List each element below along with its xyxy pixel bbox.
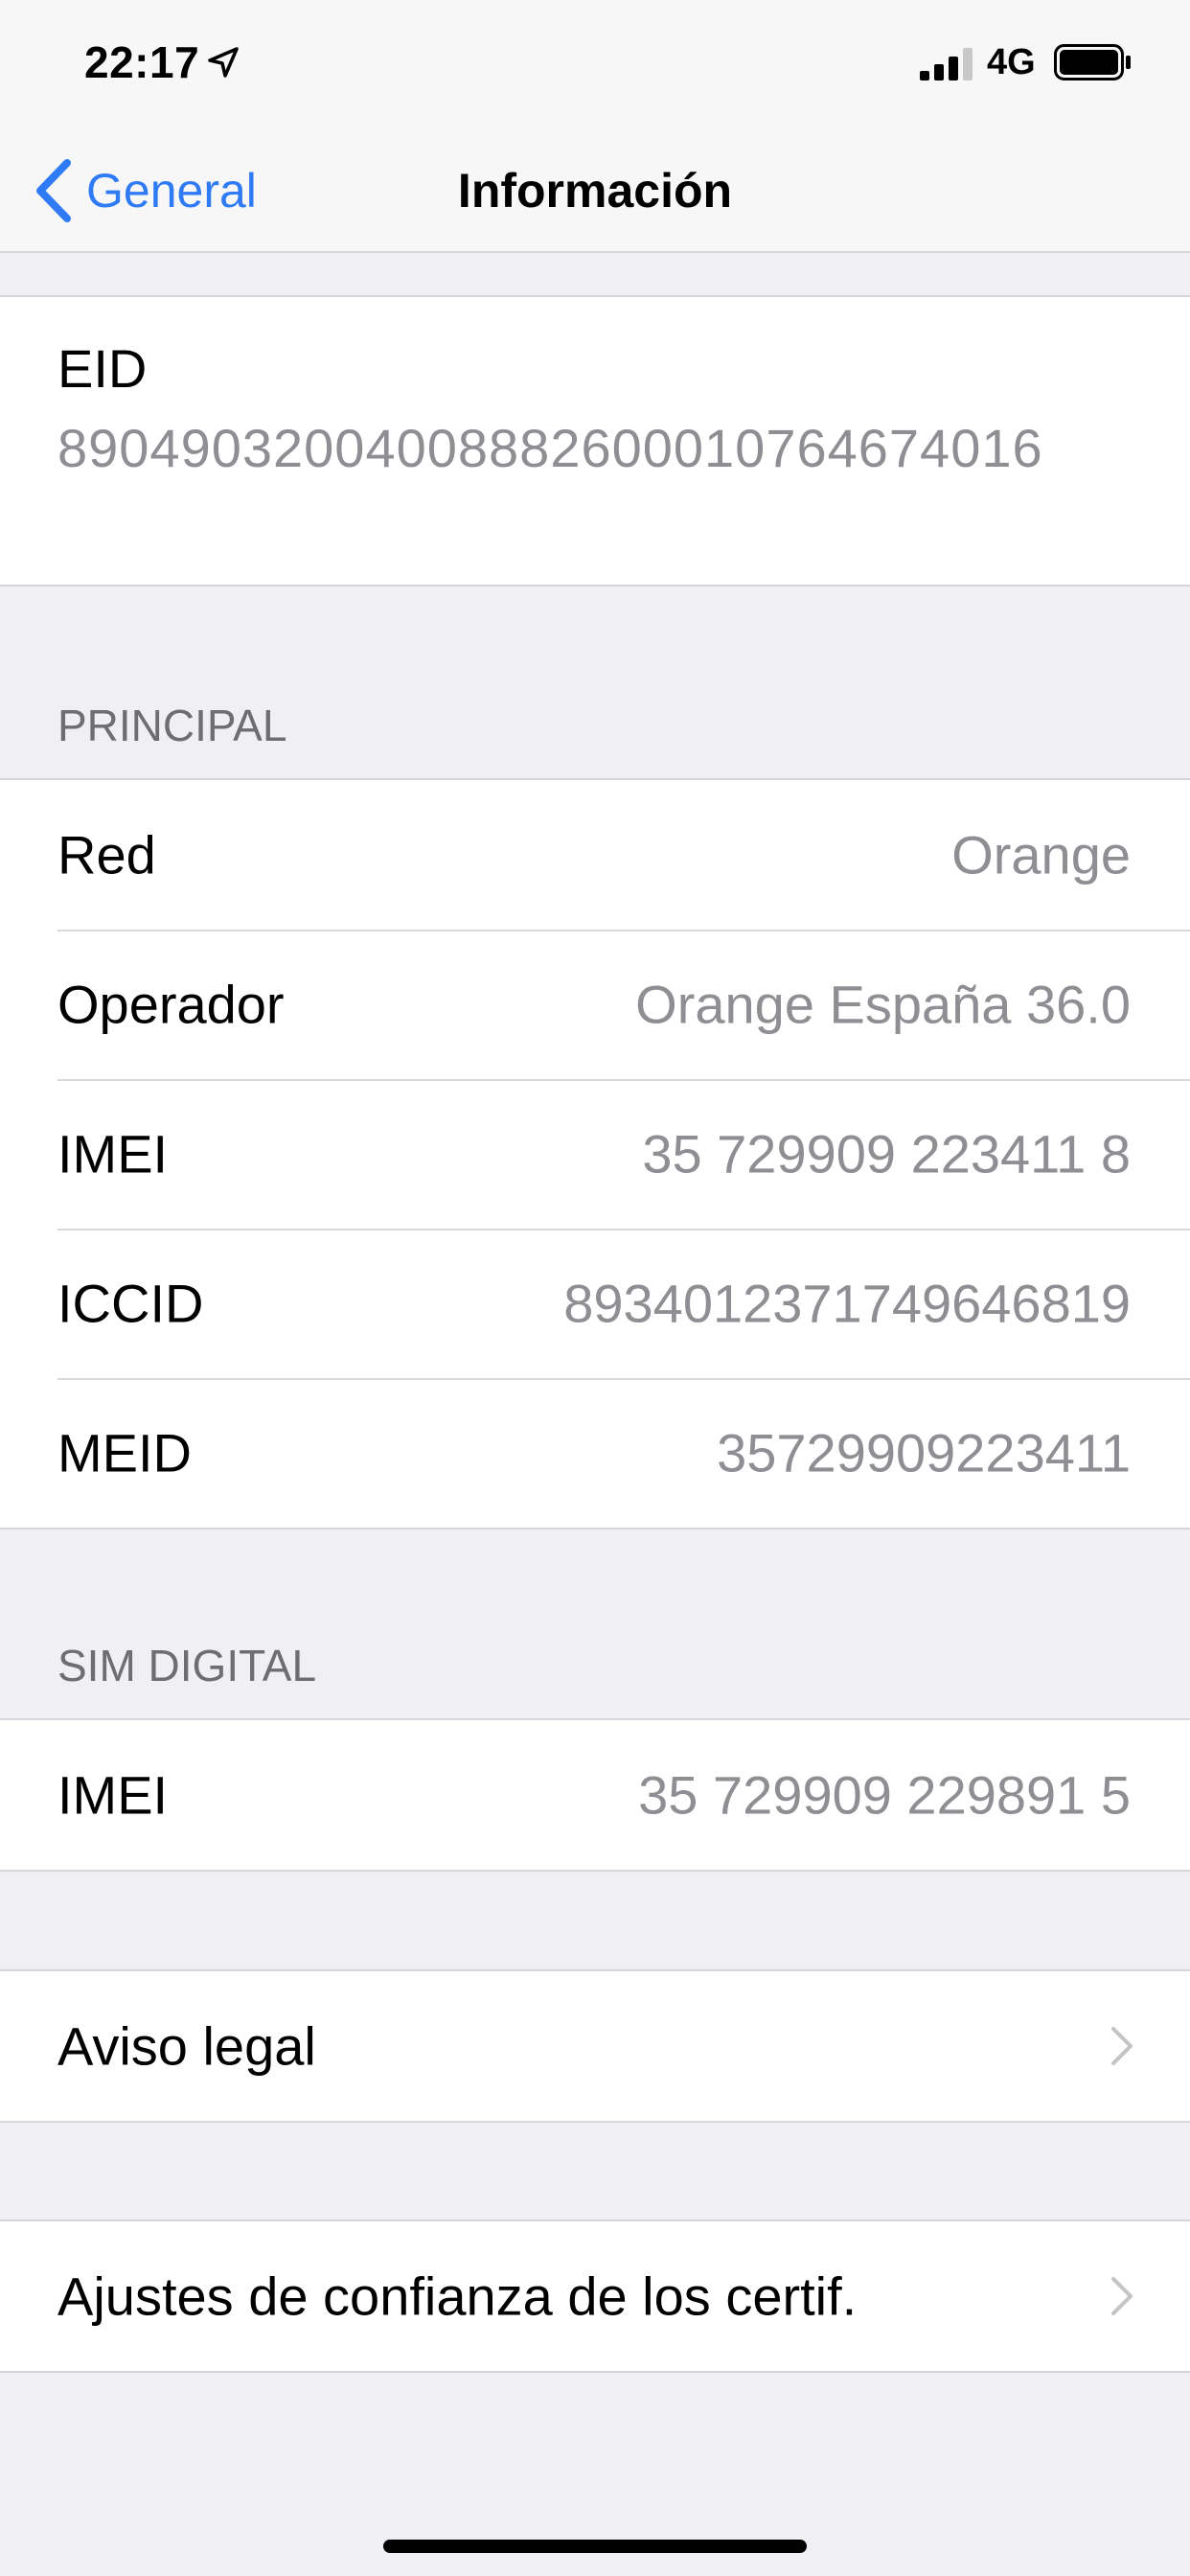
sim-digital-group: IMEI 35 729909 229891 5 [0, 1718, 1190, 1872]
row-value: 35729909223411 [717, 1422, 1131, 1484]
legal-group: Aviso legal [0, 1969, 1190, 2123]
row-label: ICCID [57, 1273, 204, 1334]
row-sim-imei: IMEI 35 729909 229891 5 [0, 1720, 1190, 1870]
legal-notice-label: Aviso legal [57, 2015, 316, 2077]
row-value: 35 729909 223411 8 [642, 1123, 1131, 1184]
battery-icon [1054, 44, 1131, 80]
section-header-principal: PRINCIPAL [57, 701, 287, 750]
row-label: IMEI [57, 1123, 169, 1184]
cert-trust-label: Ajustes de confianza de los certif. [57, 2266, 858, 2327]
row-value: Orange [951, 824, 1131, 886]
eid-cell: EID 89049032004008882600010764674016 [0, 295, 1190, 586]
row-network: Red Orange [0, 780, 1190, 930]
status-time: 22:17 [84, 37, 200, 87]
row-label: Red [57, 824, 156, 886]
row-imei: IMEI 35 729909 223411 8 [0, 1079, 1190, 1229]
network-type: 4G [987, 42, 1036, 82]
row-meid: MEID 35729909223411 [0, 1378, 1190, 1528]
location-arrow-icon [208, 47, 239, 78]
row-iccid: ICCID 8934012371749646819 [0, 1229, 1190, 1378]
row-label: IMEI [57, 1764, 169, 1826]
row-value: Orange España 36.0 [635, 974, 1131, 1035]
chevron-right-icon [1111, 2277, 1133, 2315]
eid-label: EID [57, 338, 148, 399]
eid-value: 89049032004008882600010764674016 [57, 418, 1043, 478]
cert-trust-group: Ajustes de confianza de los certif. [0, 2220, 1190, 2373]
row-label: MEID [57, 1422, 192, 1484]
status-bar: 22:17 4G [0, 0, 1190, 134]
home-indicator[interactable] [383, 2540, 807, 2553]
page-title: Información [457, 164, 733, 218]
navigation-bar: General Información [0, 134, 1190, 253]
cert-trust-item[interactable]: Ajustes de confianza de los certif. [0, 2221, 1190, 2371]
cellular-signal-icon [920, 48, 973, 80]
row-label: Operador [57, 974, 285, 1035]
row-value: 35 729909 229891 5 [638, 1764, 1131, 1826]
legal-notice-item[interactable]: Aviso legal [0, 1971, 1190, 2121]
row-carrier: Operador Orange España 36.0 [0, 930, 1190, 1079]
row-value: 8934012371749646819 [563, 1273, 1131, 1334]
chevron-right-icon [1111, 2027, 1133, 2065]
principal-group: Red Orange Operador Orange España 36.0 I… [0, 778, 1190, 1530]
section-header-sim-digital: SIM DIGITAL [57, 1641, 317, 1690]
